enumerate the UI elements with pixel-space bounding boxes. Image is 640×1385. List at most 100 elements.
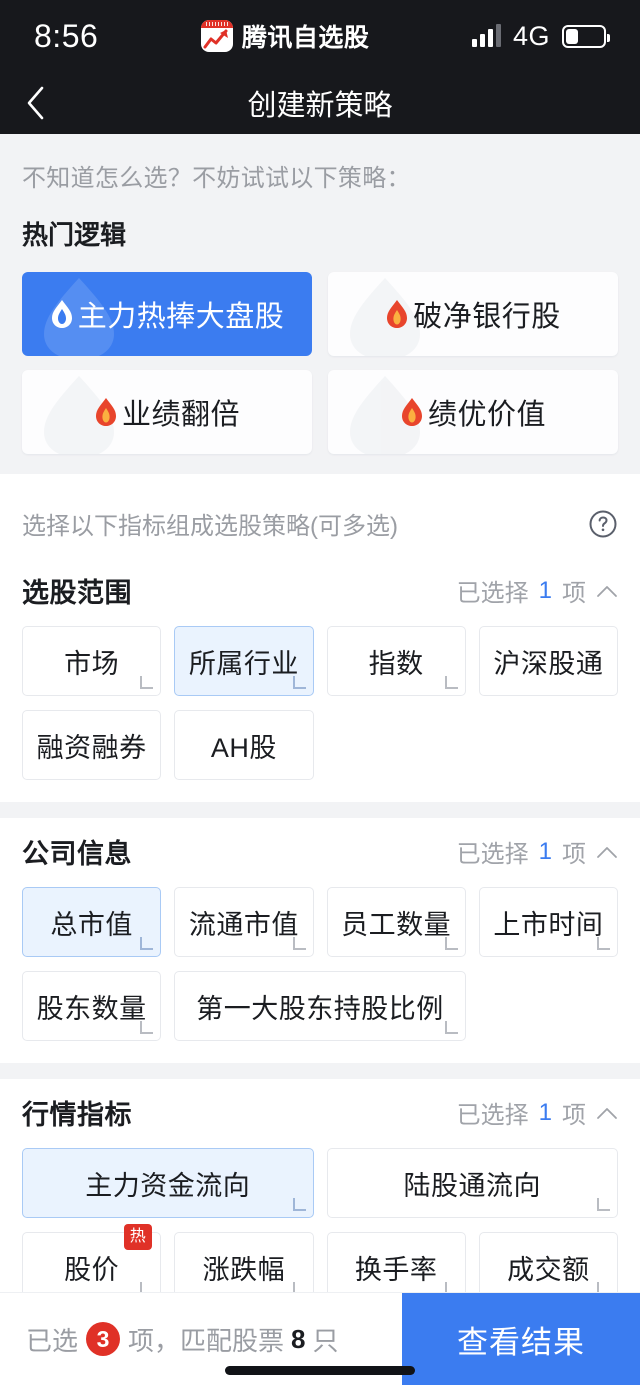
indicator-hint-text: 选择以下指标组成选股策略(可多选) [22,513,398,540]
summary-suffix: 只 [312,1325,339,1356]
flame-icon [51,300,72,328]
selected-count: 1 [538,576,552,604]
view-results-button[interactable]: 查看结果 [402,1293,640,1385]
selected-prefix: 已选择 [456,841,529,868]
flame-icon [401,398,422,426]
hot-logic-card-2[interactable]: 业绩翻倍 [22,370,312,454]
section-title: 公司信息 [22,839,132,869]
selected-suffix: 项 [562,580,586,607]
selected-count: 1 [538,1098,552,1126]
chip-label: 指数 [368,648,424,679]
chip-label: 市场 [64,648,120,679]
chip-float-market-cap[interactable]: 流通市值 [174,887,314,957]
chip-label: 股东数量 [36,993,147,1024]
flame-icon [387,300,408,328]
section-header-company[interactable]: 公司信息 已选择 1 项 [22,818,618,887]
section-divider [0,1063,640,1079]
hot-logic-grid: 主力热捧大盘股 破净银行股 业绩翻倍 绩优价值 [22,272,618,454]
status-app-name: 腾讯自选股 [241,24,370,52]
flame-icon [95,398,116,426]
status-bar: 8:56 腾讯自选股 4G [0,0,640,72]
chip-northbound-flow[interactable]: 陆股通流向 [326,1148,618,1218]
hot-logic-card-label: 破净银行股 [413,301,561,333]
section-selected-summary: 已选择 1 项 [457,1095,618,1130]
selected-count-badge: 3 [86,1322,121,1356]
status-app-label: 腾讯自选股 [200,18,370,54]
chip-label: 股价 [64,1254,120,1285]
hot-logic-card-0[interactable]: 主力热捧大盘股 [22,272,312,356]
chip-label: 主力资金流向 [85,1170,251,1201]
chevron-up-icon[interactable] [596,584,618,598]
hot-logic-card-label: 绩优价值 [427,399,546,431]
chevron-left-icon [27,86,44,120]
section-scope: 选择以下指标组成选股策略(可多选) 选股范围 已选择 1 项 市场 所属行业 指… [0,474,640,802]
hot-logic-card-3[interactable]: 绩优价值 [328,370,618,454]
chip-top-shareholder-ratio[interactable]: 第一大股东持股比例 [174,971,466,1041]
hot-logic-title: 热门逻辑 [22,220,127,250]
back-button[interactable] [0,72,72,134]
chip-label: 融资融券 [36,732,147,763]
chip-label: 沪深股通 [493,648,604,679]
section-header-scope[interactable]: 选股范围 已选择 1 项 [22,557,618,626]
page-title: 创建新策略 [247,90,393,122]
stock-chart-icon [200,20,233,52]
chip-stock-connect[interactable]: 沪深股通 [478,626,618,696]
status-indicators: 4G [471,20,610,52]
chevron-up-icon[interactable] [596,1106,618,1120]
chip-total-market-cap[interactable]: 总市值 [22,887,162,957]
status-time: 8:56 [34,17,99,54]
home-indicator [225,1366,415,1375]
chip-label: 所属行业 [188,648,299,679]
question-circle-icon[interactable] [588,509,618,539]
hot-logic-card-label: 主力热捧大盘股 [77,301,285,333]
chip-label: AH股 [210,732,277,763]
chip-label: 第一大股东持股比例 [196,993,444,1024]
chip-main-capital-flow[interactable]: 主力资金流向 [22,1148,314,1218]
chip-label: 成交额 [507,1254,590,1285]
selected-suffix: 项 [562,841,586,868]
chip-label: 流通市值 [188,909,299,940]
chip-label: 上市时间 [493,909,604,940]
hot-logic-card-label: 业绩翻倍 [121,399,240,431]
hot-logic-hint: 不知道怎么选？不妨试试以下策略： [22,165,411,192]
hot-badge: 热 [123,1224,153,1250]
chip-label: 陆股通流向 [403,1170,541,1201]
chevron-up-icon[interactable] [596,845,618,859]
match-count: 8 [291,1323,306,1354]
hot-logic-section: 不知道怎么选？不妨试试以下策略： 热门逻辑 主力热捧大盘股 破净银行股 业绩翻倍… [0,134,640,474]
chip-label: 总市值 [50,909,133,940]
chip-listing-date[interactable]: 上市时间 [478,887,618,957]
section-divider [0,802,640,818]
selected-count: 1 [538,837,552,865]
chip-shareholder-count[interactable]: 股东数量 [22,971,162,1041]
chip-employee-count[interactable]: 员工数量 [326,887,466,957]
section-header-market[interactable]: 行情指标 已选择 1 项 [22,1079,618,1148]
network-label: 4G [512,20,550,51]
hot-logic-card-1[interactable]: 破净银行股 [328,272,618,356]
section-title: 行情指标 [22,1100,132,1130]
summary-middle: 项，匹配股票 [128,1325,285,1356]
app-root: 8:56 腾讯自选股 4G 创建新策略 不知道怎么选？不妨试试以下策略： 热门逻… [0,0,640,1385]
chip-label: 员工数量 [341,909,452,940]
chip-label: 涨跌幅 [202,1254,286,1285]
chip-industry[interactable]: 所属行业 [174,626,314,696]
chip-ah-shares[interactable]: AH股 [174,710,314,780]
chip-grid-scope: 市场 所属行业 指数 沪深股通 融资融券 AH股 [22,626,618,802]
chip-margin-trading[interactable]: 融资融券 [22,710,162,780]
selected-prefix: 已选择 [456,580,529,607]
nav-bar: 创建新策略 [0,72,640,134]
summary-prefix: 已选 [26,1325,79,1356]
chip-market[interactable]: 市场 [22,626,162,696]
selected-prefix: 已选择 [456,1102,529,1129]
selected-suffix: 项 [562,1102,586,1129]
chip-grid-company: 总市值 流通市值 员工数量 上市时间 股东数量 第一大股东持股比例 [22,887,618,1063]
chip-index[interactable]: 指数 [326,626,466,696]
chip-label: 换手率 [354,1254,438,1285]
battery-icon [561,24,610,48]
indicator-hint-row: 选择以下指标组成选股策略(可多选) [22,494,618,557]
section-selected-summary: 已选择 1 项 [457,834,618,869]
signal-bars-icon [471,24,501,47]
chart-arrow-glyph [203,29,228,49]
section-selected-summary: 已选择 1 项 [457,573,618,608]
section-company-info: 公司信息 已选择 1 项 总市值 流通市值 员工数量 上市时间 股东数量 第一大… [0,818,640,1063]
